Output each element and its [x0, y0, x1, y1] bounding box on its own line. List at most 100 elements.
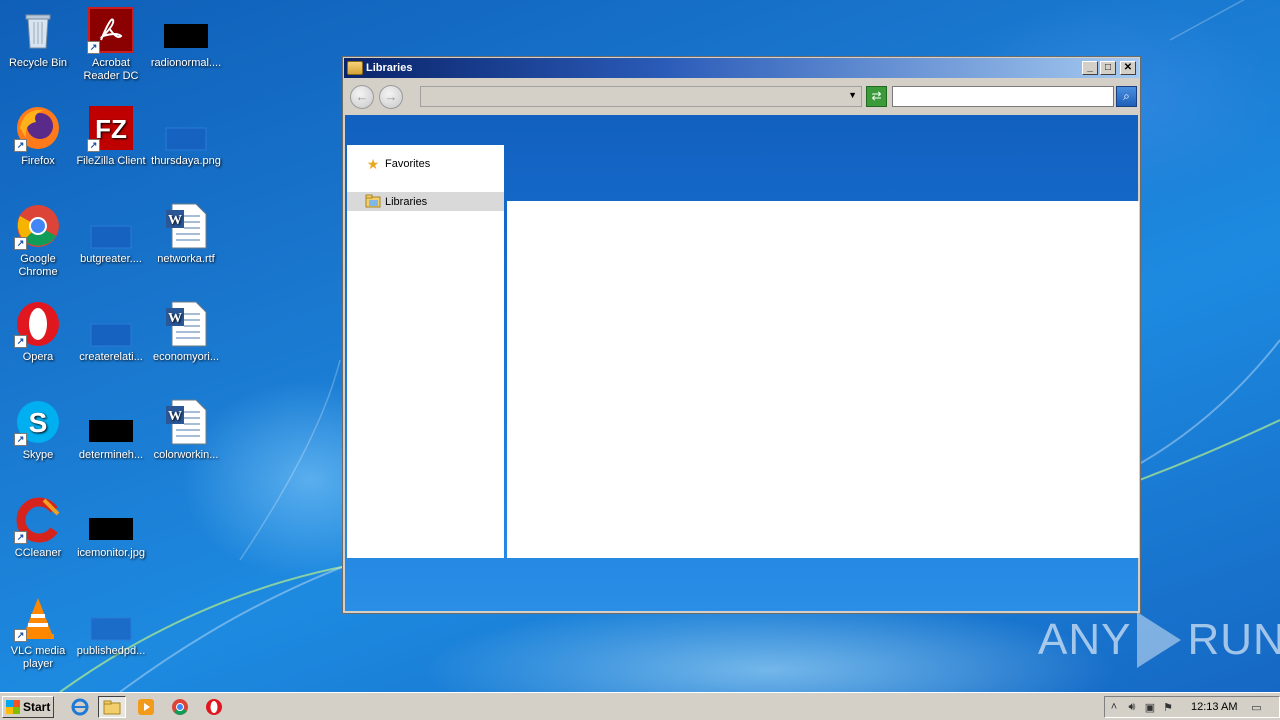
blank-file-icon [87, 300, 135, 348]
blank-file-icon [87, 202, 135, 250]
desktop-icon-acrobat[interactable]: ↗ Acrobat Reader DC [73, 6, 149, 96]
desktop-icon-chrome[interactable]: ↗ Google Chrome [0, 202, 76, 292]
icon-label: publishedpd... [76, 645, 146, 657]
flag-icon[interactable]: ⚑ [1159, 701, 1177, 714]
libraries-icon [365, 194, 381, 210]
media-player-icon [138, 699, 154, 715]
shortcut-arrow-icon: ↗ [14, 139, 27, 152]
filezilla-icon: FZ ↗ [87, 104, 135, 152]
desktop-icon-radionormal[interactable]: radionormal.... [148, 6, 224, 96]
desktop-icon-skype[interactable]: S ↗ Skype [0, 398, 76, 488]
close-button[interactable]: ✕ [1120, 61, 1136, 75]
desktop-icon-economyori[interactable]: W economyori... [148, 300, 224, 390]
taskbar-app-media-player[interactable] [132, 696, 160, 718]
volume-icon[interactable]: 🔊︎ [1123, 701, 1141, 714]
desktop-icon-butgreater[interactable]: butgreater.... [73, 202, 149, 292]
arrow-left-icon: ← [355, 89, 369, 104]
explorer-window: Libraries _ □ ✕ ← → ▼ ⇄ ⌕ ★ Favorites Li… [342, 56, 1141, 614]
file-list-pane[interactable] [507, 201, 1139, 558]
anyrun-watermark: ANY RUN [1038, 612, 1280, 668]
black-thumbnail-icon [87, 398, 135, 446]
window-content: ★ Favorites Libraries [345, 115, 1139, 611]
nav-label: Libraries [385, 195, 428, 208]
nav-label: Favorites [385, 157, 431, 170]
black-thumbnail-icon [162, 6, 210, 54]
desktop-icon-createrelati[interactable]: createrelati... [73, 300, 149, 390]
refresh-button[interactable]: ⇄ [866, 86, 887, 107]
desktop-icon-recycle-bin[interactable]: Recycle Bin [0, 6, 76, 96]
folder-icon [103, 700, 121, 715]
shortcut-arrow-icon: ↗ [87, 41, 100, 54]
shortcut-arrow-icon: ↗ [14, 237, 27, 250]
acrobat-icon: ↗ [87, 6, 135, 54]
shortcut-arrow-icon: ↗ [14, 335, 27, 348]
taskbar: Start ˄ 🔊︎ ▣ ⚑ 12:13 AM ▭ [0, 692, 1280, 720]
desktop-icon-ccleaner[interactable]: ↗ CCleaner [0, 496, 76, 586]
desktop-icon-networka[interactable]: W networka.rtf [148, 202, 224, 292]
icon-label: economyori... [152, 351, 220, 363]
clock[interactable]: 12:13 AM [1191, 701, 1237, 713]
firefox-icon: ↗ [14, 104, 62, 152]
blank-file-icon [87, 594, 135, 642]
desktop-icon-vlc[interactable]: ↗ VLC media player [0, 594, 76, 684]
shortcut-arrow-icon: ↗ [14, 629, 27, 642]
icon-label: Opera [22, 351, 54, 363]
black-thumbnail-icon [87, 496, 135, 544]
maximize-button[interactable]: □ [1100, 61, 1116, 75]
chevron-down-icon[interactable]: ▼ [848, 90, 857, 100]
desktop-icon-colorworkin[interactable]: W colorworkin... [148, 398, 224, 488]
chevron-up-icon[interactable]: ˄ [1105, 701, 1123, 713]
search-input[interactable] [892, 86, 1114, 107]
arrow-right-icon: → [384, 89, 398, 104]
png-file-icon [162, 104, 210, 152]
recycle-bin-icon [14, 6, 62, 54]
desktop-icon-thursdaya[interactable]: thursdaya.png [148, 104, 224, 194]
taskbar-app-opera[interactable] [200, 696, 228, 718]
chrome-icon [172, 699, 188, 715]
icon-label: icemonitor.jpg [77, 547, 145, 559]
system-tray: ˄ 🔊︎ ▣ ⚑ 12:13 AM ▭ [1104, 696, 1280, 718]
shortcut-arrow-icon: ↗ [87, 139, 100, 152]
icon-label: Recycle Bin [8, 57, 68, 69]
desktop-icon-determineh[interactable]: determineh... [73, 398, 149, 488]
ccleaner-icon: ↗ [14, 496, 62, 544]
desktop-icon-icemonitor[interactable]: icemonitor.jpg [73, 496, 149, 586]
nav-item-favorites[interactable]: ★ Favorites [347, 154, 504, 173]
taskbar-app-chrome[interactable] [166, 696, 194, 718]
nav-item-libraries[interactable]: Libraries [347, 192, 504, 211]
icon-label: Skype [22, 449, 54, 461]
start-button[interactable]: Start [2, 696, 54, 718]
desktop-icon-opera[interactable]: ↗ Opera [0, 300, 76, 390]
desktop-icon-firefox[interactable]: ↗ Firefox [0, 104, 76, 194]
svg-text:S: S [29, 407, 48, 438]
refresh-icon: ⇄ [871, 89, 882, 103]
svg-text:W: W [168, 311, 182, 326]
icon-label: radionormal.... [150, 57, 222, 69]
network-icon[interactable]: ▣ [1141, 701, 1159, 714]
icon-label: createrelati... [79, 351, 143, 363]
icon-label: butgreater.... [80, 253, 142, 265]
address-bar[interactable]: ▼ [420, 86, 862, 107]
show-desktop-icon[interactable]: ▭ [1247, 701, 1265, 714]
word-doc-icon: W [162, 300, 210, 348]
icon-label: CCleaner [14, 547, 62, 559]
folder-icon [347, 61, 363, 75]
svg-text:W: W [168, 213, 182, 228]
taskbar-app-internet-explorer[interactable] [66, 696, 94, 718]
desktop-icon-publishedpd[interactable]: publishedpd... [73, 594, 149, 684]
minimize-button[interactable]: _ [1082, 61, 1098, 75]
vlc-icon: ↗ [14, 594, 62, 642]
skype-icon: S ↗ [14, 398, 62, 446]
search-button[interactable]: ⌕ [1116, 86, 1137, 107]
word-doc-icon: W [162, 398, 210, 446]
svg-text:W: W [168, 409, 182, 424]
icon-label: FileZilla Client [76, 155, 146, 167]
window-titlebar[interactable]: Libraries _ □ ✕ [344, 58, 1139, 78]
taskbar-app-explorer[interactable] [98, 696, 126, 718]
desktop-icon-filezilla[interactable]: FZ ↗ FileZilla Client [73, 104, 149, 194]
back-button[interactable]: ← [350, 85, 374, 109]
watermark-text: RUN [1187, 615, 1280, 664]
forward-button[interactable]: → [379, 85, 403, 109]
navigation-pane: ★ Favorites Libraries [347, 145, 504, 558]
icon-label: determineh... [78, 449, 144, 461]
